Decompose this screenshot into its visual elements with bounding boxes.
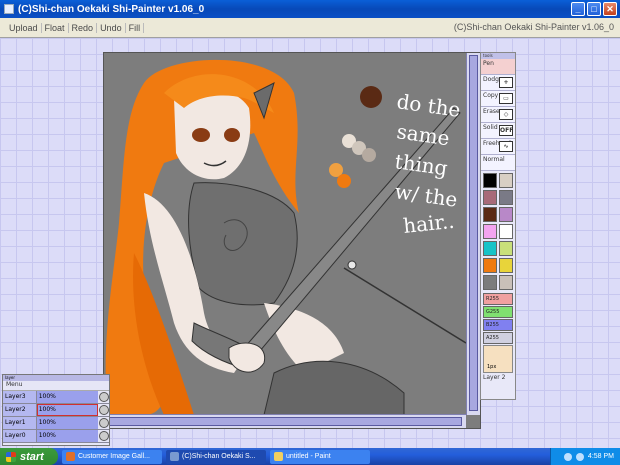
tool-freehand[interactable]: Freehand ∿ <box>481 139 515 155</box>
color-swatch[interactable] <box>483 241 497 256</box>
sample-dark-brown <box>360 86 382 108</box>
canvas-horizontal-scrollbar[interactable] <box>104 414 466 428</box>
close-button[interactable]: ✕ <box>603 2 617 16</box>
blend-mode-value: Normal <box>483 156 505 163</box>
layer-name[interactable]: Layer3 <box>3 391 37 403</box>
layer-row[interactable]: Layer1 100% <box>3 417 109 430</box>
color-swatch[interactable] <box>483 224 497 239</box>
color-swatch[interactable] <box>499 224 513 239</box>
taskbar: start Customer Image Gall... (C)Shi-chan… <box>0 448 620 465</box>
color-slider[interactable]: A255 <box>483 332 513 344</box>
color-slider[interactable]: G255 <box>483 306 513 318</box>
color-swatch[interactable] <box>483 258 497 273</box>
current-layer-label: Layer 2 <box>483 374 506 381</box>
window-title: (C)Shi-chan Oekaki Shi-Painter v1.06_0 <box>18 3 205 15</box>
tool-pen-label: Pen <box>483 60 494 67</box>
taskbar-item-label: (C)Shi-chan Oekaki S... <box>182 453 256 460</box>
layer-visibility-icon[interactable] <box>99 392 109 402</box>
blend-mode-select[interactable]: Normal <box>481 155 515 171</box>
float-button[interactable]: Float <box>42 22 69 33</box>
paint-icon <box>274 452 283 461</box>
drawing-canvas[interactable]: do the same thing w/ the hair.. <box>104 53 466 415</box>
tool-solid[interactable]: Solid OFF <box>481 123 515 139</box>
maximize-button[interactable]: □ <box>587 2 601 16</box>
color-swatch[interactable] <box>499 258 513 273</box>
app-icon <box>4 4 14 14</box>
browser-window-icon <box>170 452 179 461</box>
layer-visibility-icon[interactable] <box>99 431 109 441</box>
minimize-button[interactable]: _ <box>571 2 585 16</box>
vertical-scroll-thumb[interactable] <box>469 55 478 411</box>
layer-menu-button[interactable]: Menu <box>3 381 109 391</box>
color-swatch[interactable] <box>483 173 497 188</box>
layer-row[interactable]: Layer0 100% <box>3 430 109 443</box>
taskbar-item-paint[interactable]: untitled - Paint <box>270 449 370 464</box>
color-swatch[interactable] <box>483 190 497 205</box>
copy-icon: ▭ <box>499 93 513 104</box>
off-toggle-icon[interactable]: OFF <box>499 125 513 136</box>
layer-name[interactable]: Layer1 <box>3 417 37 429</box>
tool-solid-label: Solid <box>483 124 498 131</box>
plus-box-icon: + <box>499 77 513 88</box>
window-titlebar[interactable]: (C)Shi-chan Oekaki Shi-Painter v1.06_0 _… <box>0 0 620 18</box>
taskbar-item-firefox[interactable]: Customer Image Gall... <box>62 449 162 464</box>
volume-icon[interactable] <box>575 452 584 461</box>
tool-copy[interactable]: Copy ▭ <box>481 91 515 107</box>
layer-name[interactable]: Layer0 <box>3 430 37 442</box>
taskbar-item-label: Customer Image Gall... <box>78 453 150 460</box>
applet-title: (C)Shi-chan Oekaki Shi-Painter v1.06_0 <box>453 22 614 32</box>
color-slider[interactable]: B255 <box>483 319 513 331</box>
layer-opacity[interactable]: 100% <box>36 404 99 416</box>
canvas-frame: do the same thing w/ the hair.. <box>103 52 481 429</box>
menu-bar: Upload Float Redo Undo Fill (C)Shi-chan … <box>0 18 620 38</box>
color-swatch[interactable] <box>499 190 513 205</box>
layer-name[interactable]: Layer2 <box>3 404 37 416</box>
start-label: start <box>20 450 44 463</box>
layer-opacity[interactable]: 100% <box>36 417 99 429</box>
clock[interactable]: 4:58 PM <box>588 453 614 460</box>
windows-flag-icon <box>6 451 16 462</box>
pen-size-value: 1px <box>487 364 497 370</box>
color-swatches <box>481 171 515 292</box>
layer-row[interactable]: Layer3 100% <box>3 391 109 404</box>
layer-opacity[interactable]: 100% <box>36 391 99 403</box>
system-tray: 4:58 PM <box>550 448 620 465</box>
layer-row[interactable]: Layer2 100% <box>3 404 109 417</box>
undo-button[interactable]: Undo <box>97 22 126 33</box>
pen-size-box[interactable]: 1px <box>483 345 513 373</box>
layer-visibility-icon[interactable] <box>99 418 109 428</box>
canvas-vertical-scrollbar[interactable] <box>466 53 480 415</box>
color-swatch[interactable] <box>499 207 513 222</box>
upload-button[interactable]: Upload <box>6 22 42 33</box>
taskbar-item-oekaki[interactable]: (C)Shi-chan Oekaki S... <box>166 449 266 464</box>
firefox-icon <box>66 452 75 461</box>
tool-pen[interactable]: Pen <box>481 59 515 75</box>
freehand-icon: ∿ <box>499 141 513 152</box>
network-icon[interactable] <box>563 452 572 461</box>
layer-visibility-icon[interactable] <box>99 405 109 415</box>
color-swatch[interactable] <box>483 275 497 290</box>
taskbar-item-label: untitled - Paint <box>286 453 331 460</box>
layer-opacity[interactable]: 100% <box>36 430 99 442</box>
color-slider[interactable]: R255 <box>483 293 513 305</box>
layer-panel: layer Menu Layer3 100% Layer2 100% Layer… <box>2 374 110 446</box>
color-swatch[interactable] <box>499 275 513 290</box>
fill-button[interactable]: Fill <box>126 22 145 33</box>
color-swatch[interactable] <box>483 207 497 222</box>
color-swatch[interactable] <box>499 241 513 256</box>
tool-dodge[interactable]: Dodge + <box>481 75 515 91</box>
redo-button[interactable]: Redo <box>69 22 98 33</box>
tool-palette: tools Pen Dodge + Copy ▭ Eraser ◇ Solid … <box>480 52 516 400</box>
color-swatch[interactable] <box>499 173 513 188</box>
horizontal-scroll-thumb[interactable] <box>106 417 462 426</box>
start-button[interactable]: start <box>0 448 58 465</box>
tool-copy-label: Copy <box>483 92 499 99</box>
eraser-icon: ◇ <box>499 109 513 120</box>
tool-eraser[interactable]: Eraser ◇ <box>481 107 515 123</box>
